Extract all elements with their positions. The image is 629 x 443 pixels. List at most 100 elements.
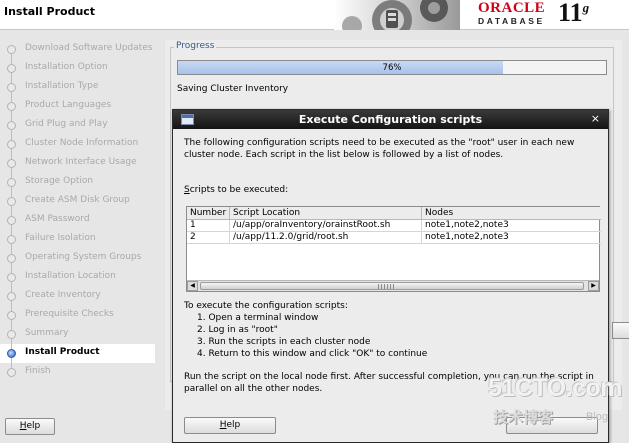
column-header-nodes[interactable]: Nodes bbox=[422, 207, 601, 220]
instructions: To execute the configuration scripts: 1.… bbox=[184, 300, 598, 360]
version-suffix: g bbox=[582, 0, 590, 15]
step-node-icon bbox=[7, 45, 16, 54]
version-mark: 11g bbox=[558, 0, 589, 28]
wizard-step[interactable]: Operating System Groups bbox=[0, 244, 155, 268]
wizard-step-label: Finish bbox=[25, 366, 51, 376]
wizard-step-label: Network Interface Usage bbox=[25, 157, 137, 167]
wizard-step[interactable]: Prerequisite Checks bbox=[0, 301, 155, 325]
scroll-right-icon[interactable]: ▶ bbox=[588, 281, 599, 291]
wizard-step[interactable]: Create ASM Disk Group bbox=[0, 187, 155, 211]
wizard-step-label: Installation Location bbox=[25, 271, 116, 281]
wizard-step[interactable]: Install Product bbox=[0, 339, 155, 363]
help-mnemonic: H bbox=[19, 421, 27, 431]
window-header: Install Product ORACLE DATABASE 11g bbox=[0, 0, 629, 30]
column-header-number[interactable]: Number bbox=[187, 207, 230, 220]
step-node-icon bbox=[7, 121, 16, 130]
watermark-blog: Blog bbox=[586, 411, 609, 423]
column-header-location[interactable]: Script Location bbox=[230, 207, 422, 220]
wizard-step-label: Summary bbox=[25, 328, 69, 338]
wizard-step[interactable]: ASM Password bbox=[0, 206, 155, 230]
wizard-step[interactable]: Finish bbox=[0, 358, 155, 382]
step-node-icon bbox=[7, 368, 16, 377]
wizard-step-label: Operating System Groups bbox=[25, 252, 142, 262]
step-node-icon bbox=[7, 254, 16, 263]
step-connector bbox=[11, 130, 12, 140]
instruction-step: 1. Open a terminal window bbox=[197, 313, 319, 323]
row-number: 2 bbox=[187, 232, 230, 244]
wizard-step-label: Storage Option bbox=[25, 176, 94, 186]
wizard-step-label: Install Product bbox=[25, 347, 100, 357]
watermark-main: 51CTO.com bbox=[488, 374, 622, 402]
wizard-step[interactable]: Grid Plug and Play bbox=[0, 111, 155, 135]
watermark-sub: 技术博客 bbox=[493, 408, 554, 426]
table-row[interactable]: 1 /u/app/oraInventory/orainstRoot.sh not… bbox=[187, 220, 601, 232]
step-connector bbox=[11, 358, 12, 368]
instruction-step: 3. Run the scripts in each cluster node bbox=[197, 337, 371, 347]
wizard-step[interactable]: Storage Option bbox=[0, 168, 155, 192]
wizard-step-label: Failure Isolation bbox=[25, 233, 96, 243]
row-nodes: note1,note2,note3 bbox=[422, 232, 601, 244]
wizard-step[interactable]: Failure Isolation bbox=[0, 225, 155, 249]
wizard-step[interactable]: Installation Location bbox=[0, 263, 155, 287]
step-connector bbox=[11, 206, 12, 216]
step-node-icon bbox=[7, 159, 16, 168]
progress-status: Saving Cluster Inventory bbox=[177, 84, 289, 94]
wizard-step[interactable]: Summary bbox=[0, 320, 155, 344]
scrollbar-thumb[interactable] bbox=[200, 282, 584, 290]
instruction-step: 2. Log in as "root" bbox=[197, 325, 278, 335]
wizard-step[interactable]: Product Languages bbox=[0, 92, 155, 116]
wizard-step[interactable]: Create Inventory bbox=[0, 282, 155, 306]
wizard-step-label: Prerequisite Checks bbox=[25, 309, 114, 319]
step-connector bbox=[11, 111, 12, 121]
obscured-button[interactable] bbox=[612, 322, 629, 339]
wizard-step[interactable]: Installation Option bbox=[0, 54, 155, 78]
oracle-wordmark: ORACLE bbox=[478, 0, 546, 16]
row-number: 1 bbox=[187, 220, 230, 232]
step-connector bbox=[11, 339, 12, 349]
database-wordmark: DATABASE bbox=[478, 16, 545, 26]
step-node-icon bbox=[7, 178, 16, 187]
wizard-step-label: Download Software Updates bbox=[25, 43, 153, 53]
dialog-intro: The following configuration scripts need… bbox=[184, 138, 575, 160]
step-connector bbox=[11, 187, 12, 197]
step-connector bbox=[11, 54, 12, 64]
gears-graphic bbox=[334, 0, 460, 30]
wizard-step[interactable]: Cluster Node Information bbox=[0, 130, 155, 154]
step-connector bbox=[11, 301, 12, 311]
wizard-step-label: Cluster Node Information bbox=[25, 138, 139, 148]
dialog-help-button[interactable]: Help bbox=[184, 417, 276, 434]
wizard-step-label: Create ASM Disk Group bbox=[25, 195, 130, 205]
table-row[interactable]: 2 /u/app/11.2.0/grid/root.sh note1,note2… bbox=[187, 232, 601, 244]
instructions-list: 1. Open a terminal window 2. Log in as "… bbox=[197, 312, 598, 360]
step-connector bbox=[11, 244, 12, 254]
progress-legend: Progress bbox=[174, 41, 217, 51]
scroll-left-icon[interactable]: ◀ bbox=[187, 281, 198, 291]
step-node-icon bbox=[7, 64, 16, 73]
wizard-step[interactable]: Download Software Updates bbox=[0, 40, 155, 59]
wizard-step[interactable]: Installation Type bbox=[0, 73, 155, 97]
scripts-table: Number Script Location Nodes 1 /u/app/or… bbox=[186, 206, 601, 292]
grip-icon bbox=[378, 284, 396, 289]
horizontal-scrollbar[interactable]: ◀ ▶ bbox=[187, 280, 599, 291]
help-label-rest: elp bbox=[26, 421, 41, 431]
step-node-icon bbox=[7, 140, 16, 149]
row-location: /u/app/oraInventory/orainstRoot.sh bbox=[230, 220, 422, 232]
step-connector bbox=[11, 92, 12, 102]
window-title: Install Product bbox=[4, 5, 96, 18]
help-button[interactable]: Help bbox=[5, 418, 55, 435]
step-connector bbox=[11, 73, 12, 83]
progress-percent: 76% bbox=[382, 63, 402, 73]
wizard-step-label: Installation Type bbox=[25, 81, 99, 91]
dialog-titlebar[interactable]: Execute Configuration scripts × bbox=[173, 110, 608, 129]
instruction-step: 4. Return to this window and click "OK" … bbox=[197, 349, 428, 359]
step-connector bbox=[11, 225, 12, 235]
row-nodes: note1,note2,note3 bbox=[422, 220, 601, 232]
step-node-icon bbox=[7, 311, 16, 320]
close-icon[interactable]: × bbox=[591, 112, 600, 126]
wizard-step[interactable]: Network Interface Usage bbox=[0, 149, 155, 173]
step-node-icon bbox=[7, 216, 16, 225]
step-connector bbox=[11, 149, 12, 159]
wizard-step-label: Create Inventory bbox=[25, 290, 101, 300]
progress-bar: 76% bbox=[177, 60, 607, 75]
version-number: 11 bbox=[558, 0, 583, 27]
